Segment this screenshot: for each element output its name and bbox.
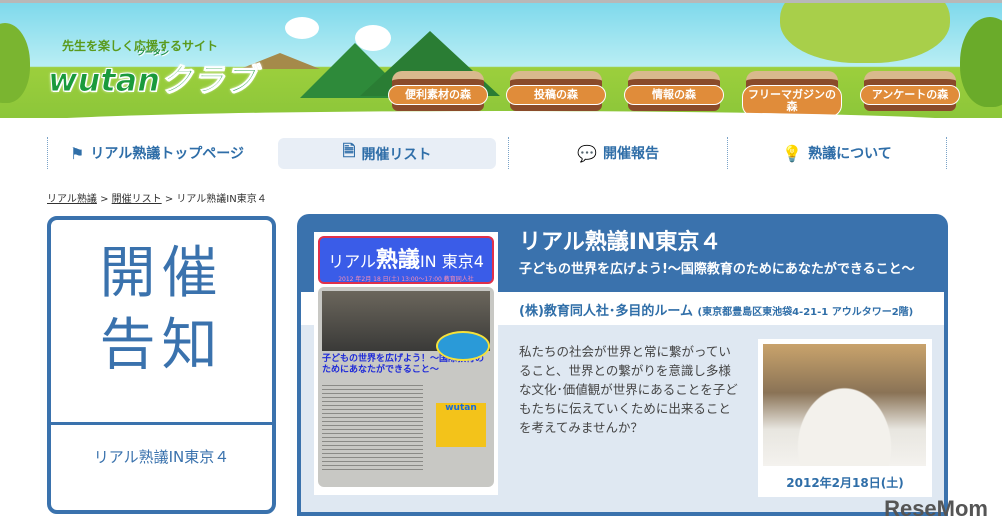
nav-about[interactable]: 💡 熟議について bbox=[727, 137, 947, 169]
event-subtitle: 子どもの世界を広げよう!～国際教育のためにあなたができること～ bbox=[519, 262, 915, 277]
notice-box: 開催 告知 リアル熟議IN東京４ bbox=[47, 216, 276, 514]
forest-link-info[interactable]: 情報の森 bbox=[624, 71, 724, 111]
flag-icon: ⚑ bbox=[70, 143, 85, 163]
nav-top-page[interactable]: ⚑ リアル熟議トップページ bbox=[47, 137, 266, 169]
forest-link-materials[interactable]: 便利素材の森 bbox=[388, 71, 488, 111]
watermark: ReseMom bbox=[884, 496, 988, 521]
breadcrumb: リアル熟議 > 開催リスト > リアル熟議IN東京４ bbox=[47, 190, 267, 205]
notice-heading: 開催 告知 bbox=[99, 241, 224, 378]
nav-label: リアル熟議トップページ bbox=[90, 146, 244, 162]
flyer-text bbox=[322, 382, 423, 472]
flyer-title: リアル熟議IN 東京4 2012 年2月 18 日(土) 13:00～17:00 … bbox=[318, 236, 494, 284]
breadcrumb-link[interactable]: 開催リスト bbox=[112, 194, 162, 205]
flyer-bubble bbox=[436, 331, 490, 361]
header-banner: 先生を楽しく応援するサイト wutanクラブ ウータン 便利素材の森 投稿の森 情… bbox=[0, 0, 1002, 118]
event-venue: (株)教育同人社･多目的ルーム (東京都豊島区東池袋4-21-1 アウルタワー2… bbox=[519, 304, 914, 319]
nav-report[interactable]: 💬 開催報告 bbox=[508, 137, 727, 169]
breadcrumb-sep: > bbox=[96, 194, 112, 205]
event-name: リアル熟議IN東京４ bbox=[93, 448, 230, 466]
speech-bubble-icon: 💬 bbox=[577, 143, 597, 163]
event-panel: リアル熟議IN東京４ 子どもの世界を広げよう!～国際教育のためにあなたができるこ… bbox=[297, 214, 948, 516]
nav-label: 熟議について bbox=[808, 146, 892, 162]
main-nav: ⚑ リアル熟議トップページ 🗎 開催リスト 💬 開催報告 💡 熟議について bbox=[47, 137, 947, 169]
wutan-logo[interactable]: wutanクラブ ウータン bbox=[47, 48, 256, 101]
nav-label: 開催報告 bbox=[602, 146, 659, 162]
lightbulb-icon: 💡 bbox=[782, 143, 803, 163]
document-icon: 🗎 bbox=[342, 141, 356, 160]
forest-link-magazine[interactable]: フリーマガジンの森 bbox=[742, 71, 842, 118]
tree bbox=[0, 23, 30, 103]
forest-link-posts[interactable]: 投稿の森 bbox=[506, 71, 606, 111]
divider bbox=[51, 422, 272, 425]
event-photo: 2012年2月18日(土) bbox=[758, 339, 932, 497]
event-flyer[interactable]: リアル熟議IN 東京4 2012 年2月 18 日(土) 13:00～17:00 … bbox=[314, 232, 498, 495]
tree bbox=[960, 17, 1002, 107]
banner-edge bbox=[0, 111, 1002, 118]
flyer-magazine: wutan bbox=[436, 403, 486, 447]
cloud bbox=[285, 17, 319, 39]
event-description: 私たちの社会が世界と常に繋がっていること、世界との繋がりを意識し多様な文化･価値… bbox=[519, 344, 738, 435]
tree bbox=[780, 3, 950, 63]
breadcrumb-current: リアル熟議IN東京４ bbox=[176, 194, 267, 205]
event-date: 2012年2月18日(土) bbox=[786, 476, 904, 490]
nav-event-list[interactable]: 🗎 開催リスト bbox=[278, 138, 496, 169]
event-title: リアル熟議IN東京４ bbox=[519, 230, 722, 255]
nav-label: 開催リスト bbox=[361, 146, 432, 163]
forest-link-survey[interactable]: アンケートの森 bbox=[860, 71, 960, 111]
breadcrumb-link[interactable]: リアル熟議 bbox=[47, 194, 97, 205]
flyer-body: 子どもの世界を広げよう！～国際教育のためにあなたができること～ wutan bbox=[318, 287, 494, 487]
photo-image bbox=[763, 344, 926, 466]
breadcrumb-sep: > bbox=[161, 194, 177, 205]
